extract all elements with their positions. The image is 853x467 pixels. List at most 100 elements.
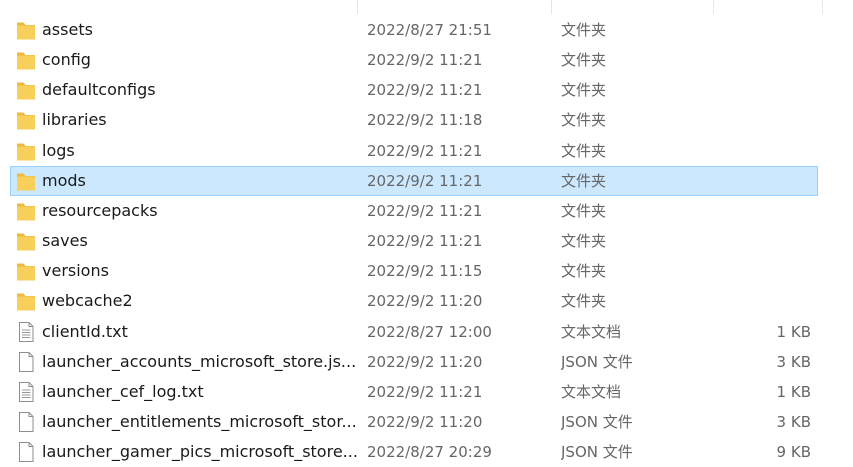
file-row-assets[interactable]: assets 2022/8/27 21:51 文件夹: [10, 15, 818, 45]
file-row-launcher-gamer-pics-microsoft-store[interactable]: launcher_gamer_pics_microsoft_store... 2…: [10, 437, 818, 467]
column-divider-size[interactable]: [822, 0, 823, 14]
file-icon-cell: [16, 46, 38, 74]
file-name: resourcepacks: [42, 200, 158, 220]
file-date-modified: 2022/9/2 11:18: [367, 111, 483, 130]
file-size: 1 KB: [776, 322, 811, 341]
file-row-webcache2[interactable]: webcache2 2022/9/2 11:20 文件夹: [10, 286, 818, 316]
file-icon-cell: [16, 227, 38, 255]
folder-icon: [17, 52, 35, 70]
file-type: 文件夹: [561, 51, 607, 70]
file-size: [711, 106, 811, 134]
file-row-resourcepacks[interactable]: resourcepacks 2022/9/2 11:21 文件夹: [10, 196, 818, 226]
file-type: JSON 文件: [561, 412, 633, 431]
folder-icon: [17, 112, 35, 130]
text-file-icon: [19, 381, 34, 402]
file-icon-cell: [16, 137, 38, 165]
file-name: launcher_gamer_pics_microsoft_store...: [42, 442, 358, 462]
file-size: [711, 257, 811, 285]
file-name: launcher_cef_log.txt: [42, 381, 204, 401]
file-size: 9 KB: [776, 443, 811, 462]
file-size: 3 KB: [776, 352, 811, 371]
file-icon-cell: [16, 167, 38, 195]
file-name: versions: [42, 261, 109, 281]
file-icon: [19, 411, 34, 432]
file-date-modified: 2022/9/2 11:20: [367, 292, 483, 311]
file-row-launcher-accounts-microsoft-store-js[interactable]: launcher_accounts_microsoft_store.js... …: [10, 347, 818, 377]
file-row-config[interactable]: config 2022/9/2 11:21 文件夹: [10, 45, 818, 75]
file-list: assets 2022/8/27 21:51 文件夹 config 2022/9…: [0, 0, 853, 465]
file-size: [711, 167, 811, 195]
file-date-modified: 2022/9/2 11:20: [367, 352, 483, 371]
file-row-mods[interactable]: mods 2022/9/2 11:21 文件夹: [10, 165, 818, 196]
file-row-saves[interactable]: saves 2022/9/2 11:21 文件夹: [10, 226, 818, 256]
file-name: assets: [42, 20, 93, 39]
file-type: JSON 文件: [561, 352, 633, 371]
file-date-modified: 2022/9/2 11:15: [367, 262, 483, 281]
file-name: launcher_accounts_microsoft_store.js...: [42, 351, 357, 371]
file-date-modified: 2022/9/2 11:21: [367, 81, 483, 100]
file-row-launcher-entitlements-microsoft-stor[interactable]: launcher_entitlements_microsoft_stor... …: [10, 407, 818, 437]
file-date-modified: 2022/9/2 11:20: [367, 412, 483, 431]
folder-icon: [17, 203, 35, 221]
file-date-modified: 2022/9/2 11:21: [367, 51, 483, 70]
file-icon-cell: [16, 106, 38, 134]
folder-icon: [17, 293, 35, 311]
file-icon-cell: [16, 408, 38, 436]
folder-icon: [17, 263, 35, 281]
file-name: config: [42, 50, 91, 70]
file-icon-cell: [16, 318, 38, 346]
folder-icon: [17, 22, 35, 40]
file-row-versions[interactable]: versions 2022/9/2 11:15 文件夹: [10, 256, 818, 286]
file-row-logs[interactable]: logs 2022/9/2 11:21 文件夹: [10, 136, 818, 166]
file-type: 文件夹: [561, 81, 607, 100]
file-size: [711, 227, 811, 255]
file-size: [711, 46, 811, 74]
file-size: 3 KB: [776, 412, 811, 431]
file-icon-cell: [16, 287, 38, 315]
file-type: 文件夹: [561, 232, 607, 251]
file-type: 文件夹: [561, 111, 607, 130]
file-icon-cell: [16, 197, 38, 225]
file-icon-cell: [16, 257, 38, 285]
file-icon: [19, 351, 34, 372]
file-size: [711, 287, 811, 315]
folder-icon: [17, 233, 35, 251]
file-type: 文件夹: [561, 262, 607, 281]
file-icon-cell: [16, 438, 38, 466]
file-type: JSON 文件: [561, 443, 633, 462]
folder-icon: [17, 173, 35, 191]
file-icon-cell: [16, 76, 38, 104]
file-row-defaultconfigs[interactable]: defaultconfigs 2022/9/2 11:21 文件夹: [10, 75, 818, 105]
file-type: 文件夹: [561, 141, 607, 160]
file-type: 文件夹: [561, 292, 607, 311]
file-name: defaultconfigs: [42, 80, 156, 100]
file-date-modified: 2022/9/2 11:21: [367, 171, 483, 190]
folder-icon: [17, 82, 35, 100]
file-date-modified: 2022/8/27 12:00: [367, 322, 492, 341]
file-name: launcher_entitlements_microsoft_stor...: [42, 411, 357, 431]
file-icon: [19, 442, 34, 463]
file-type: 文件夹: [561, 171, 607, 190]
file-size: [711, 16, 811, 44]
file-date-modified: 2022/9/2 11:21: [367, 382, 483, 401]
column-divider-name[interactable]: [357, 0, 358, 14]
file-row-clientid-txt[interactable]: clientId.txt 2022/8/27 12:00 文本文档 1 KB: [10, 317, 818, 347]
file-date-modified: 2022/9/2 11:21: [367, 141, 483, 160]
file-type: 文本文档: [561, 382, 622, 401]
file-name: webcache2: [42, 291, 133, 311]
file-row-launcher-cef-log-txt[interactable]: launcher_cef_log.txt 2022/9/2 11:21 文本文档…: [10, 377, 818, 407]
column-divider-date[interactable]: [551, 0, 552, 14]
file-icon-cell: [16, 378, 38, 406]
file-name: libraries: [42, 110, 107, 130]
file-name: clientId.txt: [42, 321, 128, 341]
file-size: [711, 197, 811, 225]
file-size: [711, 76, 811, 104]
file-row-libraries[interactable]: libraries 2022/9/2 11:18 文件夹: [10, 105, 818, 135]
text-file-icon: [19, 321, 34, 342]
file-date-modified: 2022/9/2 11:21: [367, 201, 483, 220]
file-name: mods: [42, 170, 86, 190]
column-divider-type[interactable]: [713, 0, 714, 14]
file-name: saves: [42, 231, 88, 251]
file-type: 文件夹: [561, 201, 607, 220]
file-date-modified: 2022/8/27 20:29: [367, 443, 492, 462]
